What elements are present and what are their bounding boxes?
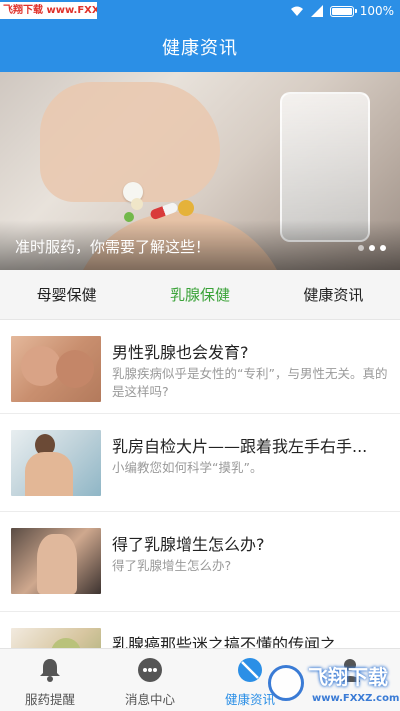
- nav-profile[interactable]: [300, 649, 400, 711]
- banner-pagination: [358, 245, 386, 251]
- nav-label: 健康资讯: [224, 692, 275, 707]
- app-header: 健康资讯: [0, 22, 400, 72]
- battery-percent: 100%: [359, 4, 394, 18]
- battery-icon: [329, 5, 357, 17]
- article-title: 乳房自检大片——跟着我左手右手...: [112, 437, 368, 456]
- signal-icon: [310, 5, 323, 17]
- status-indicators: 100%: [290, 0, 394, 22]
- nav-health-news[interactable]: 健康资讯: [200, 649, 300, 711]
- banner-dot-active[interactable]: [369, 245, 375, 251]
- article-description: 乳腺疾病似乎是女性的“专利”，与男性无关。真的是这样吗?: [112, 366, 388, 399]
- banner-caption: 准时服药，你需要了解这些！: [15, 238, 211, 256]
- status-bar: 飞翔下载 www.FXXZ.com 100%: [0, 0, 400, 22]
- article-thumbnail: [11, 430, 101, 496]
- banner-dot[interactable]: [380, 245, 386, 251]
- article-description: 小编教您如何科学“摸乳”。: [112, 460, 263, 475]
- article-title: 男性乳腺也会发育?: [112, 343, 249, 362]
- article-thumbnail: [11, 336, 101, 402]
- pill-image: [178, 200, 194, 216]
- bottom-nav: 服药提醒 消息中心 健康资讯: [0, 648, 400, 711]
- banner-dot[interactable]: [358, 245, 364, 251]
- banner-carousel[interactable]: 准时服药，你需要了解这些！: [0, 72, 400, 270]
- wifi-icon: [290, 6, 303, 16]
- nav-label: 消息中心: [124, 692, 175, 707]
- article-description: 得了乳腺增生怎么办?: [112, 558, 232, 573]
- nav-medication-reminder[interactable]: 服药提醒: [0, 649, 100, 711]
- pill-image: [131, 198, 143, 210]
- list-item[interactable]: 得了乳腺增生怎么办? 得了乳腺增生怎么办?: [0, 512, 400, 612]
- no-entry-icon: [237, 657, 263, 683]
- list-item[interactable]: 男性乳腺也会发育? 乳腺疾病似乎是女性的“专利”，与男性无关。真的是这样吗?: [0, 320, 400, 414]
- chat-icon: [137, 657, 163, 683]
- tab-maternal-care[interactable]: 母婴保健: [0, 270, 133, 319]
- nav-label: 服药提醒: [24, 692, 75, 707]
- nav-message-center[interactable]: 消息中心: [100, 649, 200, 711]
- page-title: 健康资讯: [162, 38, 238, 59]
- article-thumbnail: [11, 528, 101, 594]
- top-watermark: 飞翔下载 www.FXXZ.com: [0, 2, 97, 19]
- tab-health-news[interactable]: 健康资讯: [267, 270, 400, 319]
- article-title: 得了乳腺增生怎么办?: [112, 535, 265, 554]
- bell-icon: [37, 657, 63, 683]
- category-tabs: 母婴保健 乳腺保健 健康资讯: [0, 270, 400, 320]
- tab-breast-care[interactable]: 乳腺保健: [133, 270, 266, 319]
- list-item[interactable]: 乳房自检大片——跟着我左手右手... 小编教您如何科学“摸乳”。: [0, 414, 400, 512]
- person-icon: [337, 657, 363, 683]
